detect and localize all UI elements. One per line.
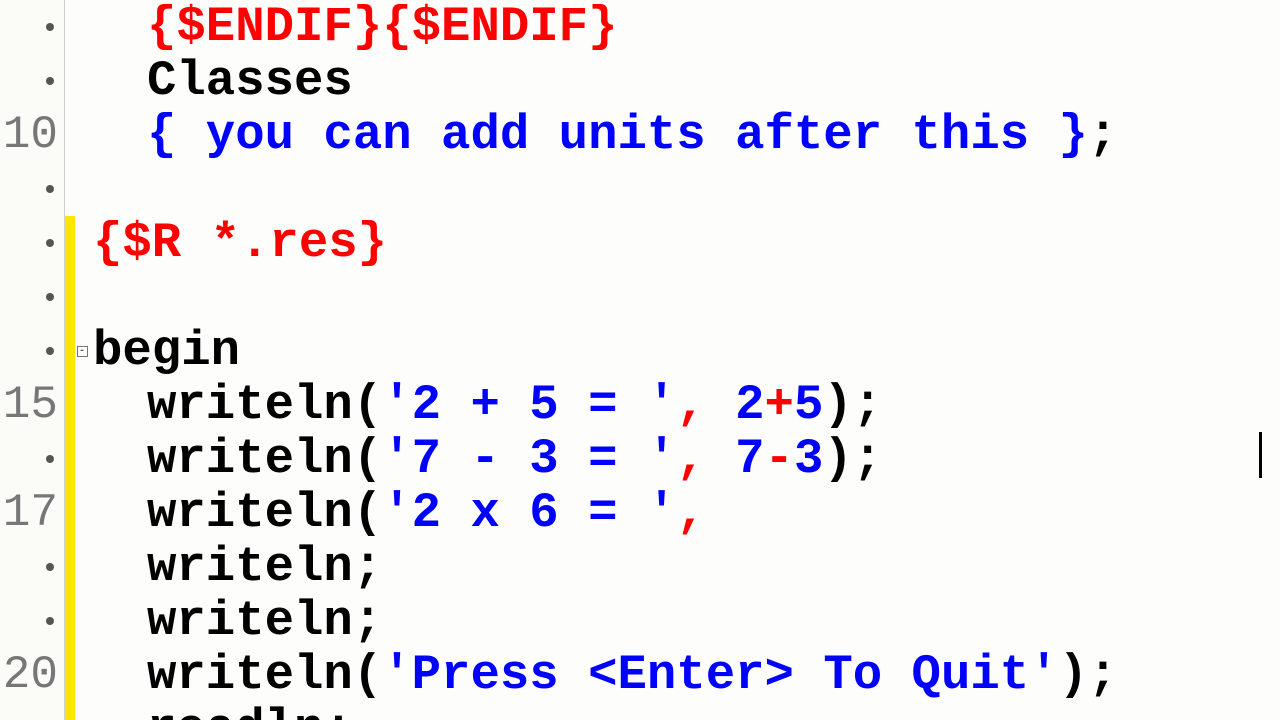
- gutter-line: 15: [0, 378, 58, 432]
- gutter-line: [0, 540, 58, 594]
- code-line[interactable]: writeln('2 + 5 = ', 2+5);: [93, 378, 1280, 432]
- gutter-line: [0, 54, 58, 108]
- gutter-line: [0, 432, 58, 486]
- gutter-line: [0, 162, 58, 216]
- gutter-line: [0, 216, 58, 270]
- code-line[interactable]: writeln;: [93, 594, 1280, 648]
- gutter-line: 10: [0, 108, 58, 162]
- gutter-line: [0, 0, 58, 54]
- code-line[interactable]: writeln('Press <Enter> To Quit');: [93, 648, 1280, 702]
- code-line[interactable]: begin: [93, 324, 1280, 378]
- code-line[interactable]: writeln('7 - 3 = ', 7-3);: [93, 432, 1280, 486]
- fold-column: -: [75, 0, 89, 720]
- code-line[interactable]: [93, 270, 1280, 324]
- modification-bar: [65, 0, 75, 720]
- code-line[interactable]: { you can add units after this };: [93, 108, 1280, 162]
- fold-toggle-icon[interactable]: -: [77, 346, 88, 357]
- code-line[interactable]: {$ENDIF}{$ENDIF}: [93, 0, 1280, 54]
- code-editor[interactable]: 10 15 17 20 - {$ENDIF}{$ENDIF} Classes {…: [0, 0, 1280, 720]
- line-number-gutter: 10 15 17 20: [0, 0, 65, 720]
- code-line[interactable]: {$R *.res}: [93, 216, 1280, 270]
- code-line[interactable]: Classes: [93, 54, 1280, 108]
- code-text-area[interactable]: {$ENDIF}{$ENDIF} Classes { you can add u…: [89, 0, 1280, 720]
- code-line[interactable]: writeln;: [93, 540, 1280, 594]
- code-line[interactable]: [93, 162, 1280, 216]
- gutter-line: 17: [0, 486, 58, 540]
- gutter-line: [0, 594, 58, 648]
- gutter-line: [0, 324, 58, 378]
- gutter-line: [0, 702, 58, 720]
- text-caret-icon: [1259, 432, 1262, 478]
- gutter-line: 20: [0, 648, 58, 702]
- code-line[interactable]: writeln('2 x 6 = ',: [93, 486, 1280, 540]
- code-line[interactable]: readln;: [93, 702, 1280, 720]
- gutter-line: [0, 270, 58, 324]
